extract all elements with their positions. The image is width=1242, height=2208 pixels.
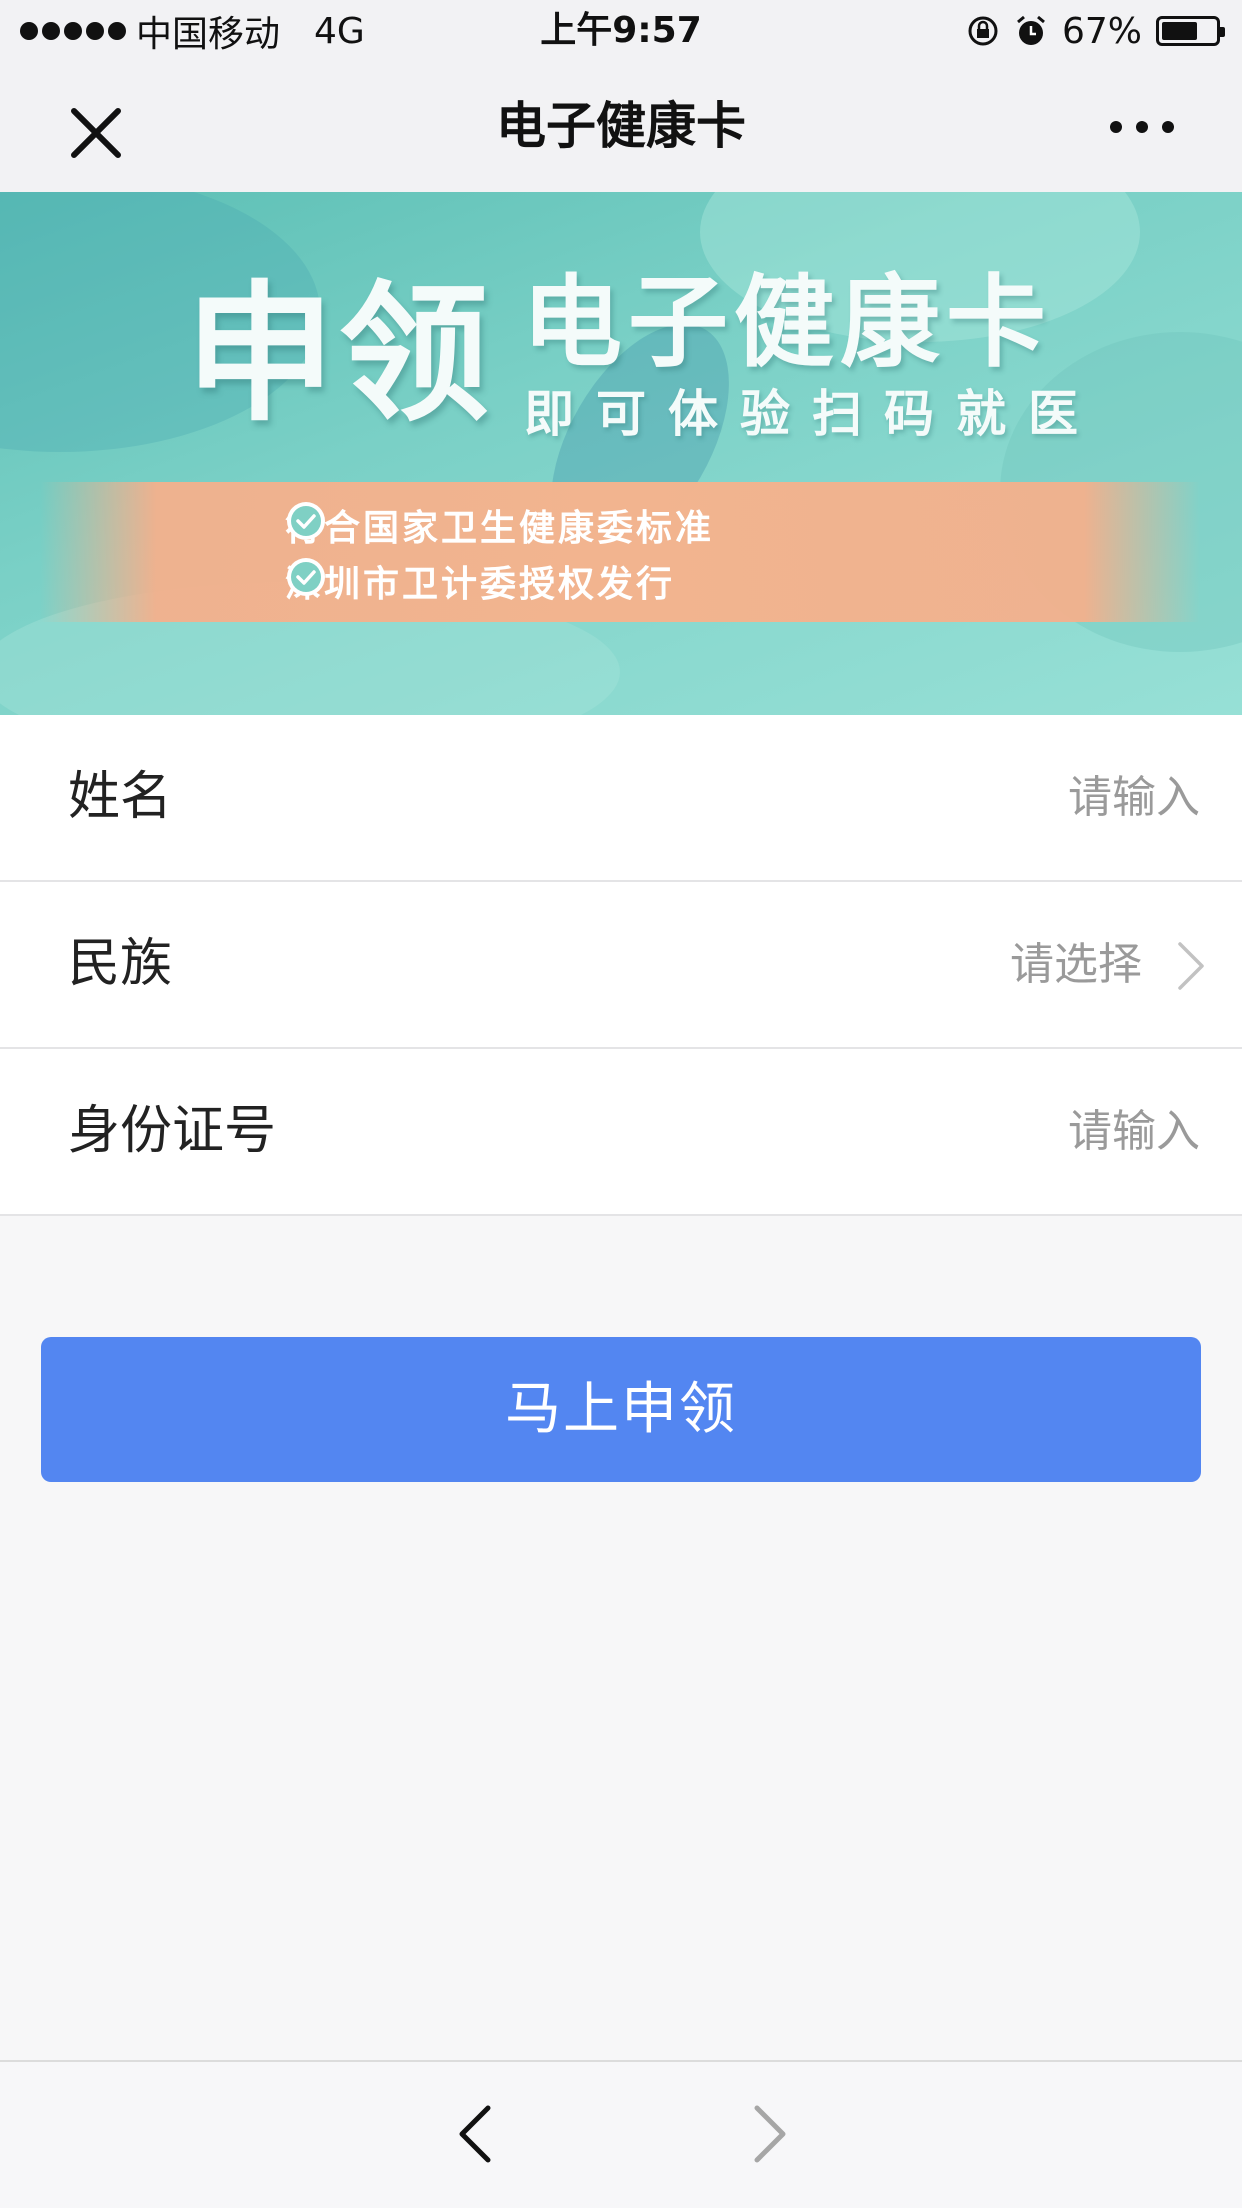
- more-icon[interactable]: [1102, 102, 1182, 152]
- ethnicity-field[interactable]: 民族 请选择: [0, 882, 1242, 1049]
- id-number-label: 身份证号: [68, 1101, 277, 1161]
- check-circle-icon: [287, 502, 325, 540]
- chevron-right-icon: [1178, 942, 1204, 990]
- banner-subtitle: 即可体验扫码就医: [524, 385, 1100, 443]
- name-input[interactable]: 请输入: [1068, 715, 1200, 880]
- rotation-lock-icon: [968, 16, 998, 46]
- banner-title: 电子健康卡: [522, 264, 1052, 381]
- browser-toolbar: [0, 2060, 1242, 2208]
- battery-level: [1162, 22, 1197, 40]
- name-label: 姓名: [68, 767, 173, 827]
- name-field[interactable]: 姓名 请输入: [0, 715, 1242, 882]
- apply-button[interactable]: 马上申领: [41, 1337, 1201, 1482]
- page-title: 电子健康卡: [496, 97, 746, 155]
- alarm-icon: [1017, 15, 1045, 45]
- banner-headline: 申领: [185, 268, 494, 442]
- ethnicity-select[interactable]: 请选择: [1010, 882, 1142, 1047]
- badge-text: 深圳市卫计委授权发行: [285, 564, 676, 605]
- badge-authorized: 深圳市卫计委授权发行: [285, 556, 675, 606]
- ethnicity-label: 民族: [68, 934, 173, 994]
- battery-icon: [1156, 16, 1225, 46]
- battery-percent: 67%: [1061, 10, 1142, 52]
- status-bar: 中国移动 4G 上午9:57 67%: [0, 0, 1242, 62]
- badge-national-standard: 符合国家卫生健康委标准: [285, 500, 714, 550]
- id-number-field[interactable]: 身份证号 请输入: [0, 1049, 1242, 1216]
- screen: 中国移动 4G 上午9:57 67% 电子健康卡 申领 电子健康卡 即可体验扫码…: [0, 0, 1242, 2208]
- status-right: 67%: [966, 10, 1225, 52]
- check-circle-icon: [287, 558, 325, 596]
- back-arrow-icon[interactable]: [450, 2102, 500, 2166]
- id-number-input[interactable]: 请输入: [1068, 1049, 1200, 1214]
- promo-banner: 申领 电子健康卡 即可体验扫码就医 符合国家卫生健康委标准 深圳市卫计委授权发行: [0, 192, 1242, 715]
- badge-text: 符合国家卫生健康委标准: [285, 508, 715, 549]
- nav-bar: 电子健康卡: [0, 62, 1242, 192]
- application-form: 姓名 请输入 民族 请选择 身份证号 请输入: [0, 715, 1242, 1216]
- forward-arrow-icon[interactable]: [745, 2102, 795, 2166]
